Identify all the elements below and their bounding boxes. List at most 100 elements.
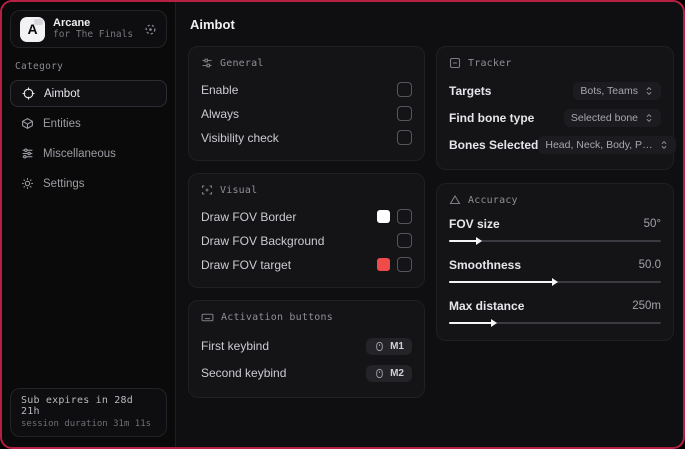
enable-checkbox[interactable] <box>397 82 412 97</box>
targets-select[interactable]: Bots, Teams <box>573 82 661 100</box>
card-title: Accuracy <box>468 194 518 206</box>
mouse-icon <box>374 341 385 352</box>
bones-selected-select[interactable]: Head, Neck, Body, Pe... <box>538 136 677 154</box>
sidebar: A Arcane for The Finals Category Aimbot … <box>2 2 176 447</box>
setting-row-max-distance: Max distance 250m <box>449 297 661 327</box>
subscription-info: Sub expires in 28d 21h session duration … <box>10 388 167 437</box>
sub-expiry-text: Sub expires in 28d 21h <box>21 395 133 417</box>
card-title: General <box>220 57 264 69</box>
setting-row-fov-size: FOV size 50° <box>449 215 661 245</box>
setting-label: Enable <box>201 82 239 97</box>
color-swatch[interactable] <box>377 210 390 223</box>
sidebar-item-label: Miscellaneous <box>43 147 116 160</box>
fov-size-slider[interactable] <box>449 237 661 245</box>
setting-row-first-keybind: First keybind M1 <box>201 333 412 359</box>
setting-label: Bones Selected <box>449 138 539 152</box>
chevrons-up-down-icon <box>659 140 669 150</box>
setting-label: Second keybind <box>201 366 287 380</box>
sidebar-item-settings[interactable]: Settings <box>10 170 167 197</box>
select-value: Selected bone <box>570 112 638 124</box>
draw-fov-target-checkbox[interactable] <box>397 257 412 272</box>
setting-row-smoothness: Smoothness 50.0 <box>449 256 661 286</box>
setting-label: Draw FOV Background <box>201 233 325 248</box>
main-content: Aimbot General Enable Always Visibility … <box>176 2 683 447</box>
setting-row-draw-fov-background: Draw FOV Background <box>201 229 412 252</box>
setting-row-targets: Targets Bots, Teams <box>449 78 661 104</box>
keybind-value: M2 <box>390 367 404 379</box>
draw-fov-background-checkbox[interactable] <box>397 233 412 248</box>
cube-icon <box>21 117 34 130</box>
crosshair-icon <box>22 87 35 100</box>
setting-row-enable: Enable <box>201 78 412 101</box>
slider-thumb[interactable] <box>490 319 497 327</box>
setting-label: FOV size <box>449 217 500 231</box>
select-value: Bots, Teams <box>580 85 638 97</box>
triangle-icon <box>449 194 461 206</box>
app-subtitle: for The Finals <box>53 28 134 40</box>
setting-label: First keybind <box>201 339 270 353</box>
logo-card: A Arcane for The Finals <box>10 10 167 48</box>
app-window: A Arcane for The Finals Category Aimbot … <box>0 0 685 449</box>
visibility-check-checkbox[interactable] <box>397 130 412 145</box>
setting-label: Always <box>201 106 240 121</box>
draw-fov-border-checkbox[interactable] <box>397 209 412 224</box>
square-minus-icon <box>449 57 461 69</box>
setting-label: Smoothness <box>449 258 522 272</box>
mouse-icon <box>374 368 385 379</box>
visual-card: Visual Draw FOV Border Draw FOV Backgrou… <box>188 173 425 288</box>
sliders-icon <box>21 147 34 160</box>
setting-label: Draw FOV Border <box>201 209 297 224</box>
setting-label: Max distance <box>449 299 525 313</box>
setting-label: Find bone type <box>449 111 535 125</box>
smoothness-slider[interactable] <box>449 278 661 286</box>
setting-label: Targets <box>449 84 492 98</box>
refresh-icon[interactable] <box>144 23 157 36</box>
accuracy-card: Accuracy FOV size 50° Smoothness 50.0 Ma… <box>436 183 674 341</box>
sliders-icon <box>201 57 213 69</box>
slider-thumb[interactable] <box>475 237 482 245</box>
keyboard-icon <box>201 311 214 324</box>
sidebar-item-miscellaneous[interactable]: Miscellaneous <box>10 140 167 167</box>
sidebar-item-aimbot[interactable]: Aimbot <box>10 80 167 107</box>
max-distance-slider[interactable] <box>449 319 661 327</box>
tracker-card: Tracker Targets Bots, Teams Find bone ty… <box>436 46 677 170</box>
card-title: Tracker <box>468 57 512 69</box>
gear-icon <box>21 177 34 190</box>
setting-label: Visibility check <box>201 130 279 145</box>
sidebar-item-label: Entities <box>43 117 81 130</box>
chevrons-up-down-icon <box>644 113 654 123</box>
setting-row-always: Always <box>201 102 412 125</box>
setting-row-bones-selected: Bones Selected Head, Neck, Body, Pe... <box>449 132 677 158</box>
second-keybind-button[interactable]: M2 <box>366 364 412 382</box>
sidebar-item-label: Settings <box>43 177 85 190</box>
setting-label: Draw FOV target <box>201 257 292 272</box>
app-title: Arcane <box>53 17 91 30</box>
setting-row-draw-fov-border: Draw FOV Border <box>201 205 412 228</box>
scan-icon <box>201 184 213 196</box>
app-logo: A <box>20 16 45 42</box>
setting-row-find-bone-type: Find bone type Selected bone <box>449 105 661 131</box>
setting-row-visibility-check: Visibility check <box>201 126 412 149</box>
sidebar-item-label: Aimbot <box>44 87 80 100</box>
slider-thumb[interactable] <box>552 278 558 286</box>
smoothness-value: 50.0 <box>638 259 661 271</box>
color-swatch[interactable] <box>377 258 390 271</box>
category-label: Category <box>15 61 64 72</box>
keybind-value: M1 <box>390 340 404 352</box>
find-bone-type-select[interactable]: Selected bone <box>563 109 661 127</box>
page-title: Aimbot <box>190 17 235 32</box>
select-value: Head, Neck, Body, Pe... <box>545 139 654 151</box>
session-duration-text: session duration 31m 11s <box>21 419 152 429</box>
chevrons-up-down-icon <box>644 86 654 96</box>
setting-row-draw-fov-target: Draw FOV target <box>201 253 412 276</box>
general-card: General Enable Always Visibility check <box>188 46 425 161</box>
card-title: Visual <box>220 184 258 196</box>
card-title: Activation buttons <box>221 312 333 323</box>
first-keybind-button[interactable]: M1 <box>366 337 412 355</box>
activation-buttons-card: Activation buttons First keybind M1 Seco… <box>188 300 425 398</box>
setting-row-second-keybind: Second keybind M2 <box>201 360 412 386</box>
sidebar-item-entities[interactable]: Entities <box>10 110 167 137</box>
always-checkbox[interactable] <box>397 106 412 121</box>
fov-size-value: 50° <box>643 218 661 230</box>
max-distance-value: 250m <box>632 300 661 312</box>
